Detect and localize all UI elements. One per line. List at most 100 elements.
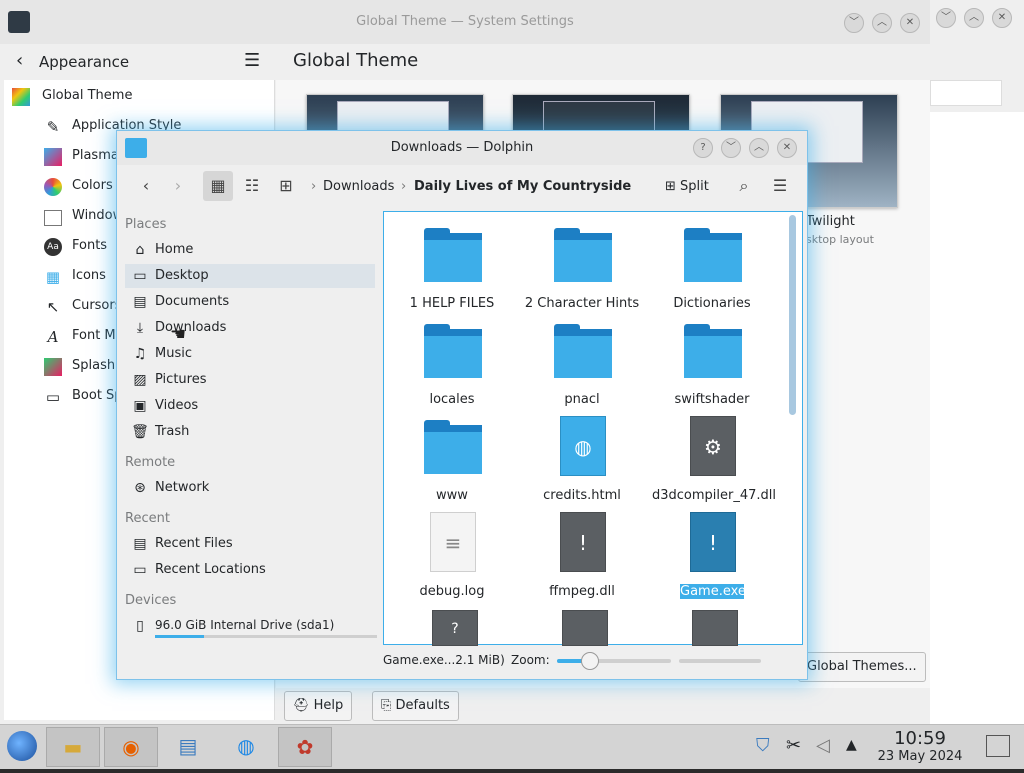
settings-sidebar-header: ‹ Appearance ☰: [4, 44, 274, 80]
place-label: 96.0 GiB Internal Drive (sda1): [155, 618, 335, 632]
folder-item[interactable]: Dictionaries: [652, 222, 772, 314]
folder-item[interactable]: swiftshader: [652, 318, 772, 410]
maximize-icon[interactable]: ︿: [872, 13, 892, 33]
get-new-global-themes-button[interactable]: Global Themes...: [798, 652, 926, 682]
place-label: Downloads: [155, 320, 227, 335]
help-button[interactable]: ⛑ Help: [284, 691, 353, 721]
start-menu-button[interactable]: [0, 727, 44, 765]
file-item[interactable]: ◍ credits.html: [522, 414, 642, 506]
fonts-icon: Aa: [44, 238, 62, 256]
settings-footer: ⛑ Help ⎘ Defaults: [276, 688, 930, 724]
taskbar-game[interactable]: ✿: [278, 727, 332, 767]
place-videos[interactable]: ▣ Videos: [125, 394, 375, 418]
split-button[interactable]: ⊞ Split: [665, 173, 709, 201]
minimize-icon[interactable]: ﹀: [721, 138, 741, 158]
maximize-icon[interactable]: ︿: [964, 8, 984, 28]
folder-item[interactable]: pnacl: [522, 318, 642, 410]
minimize-icon[interactable]: ﹀: [844, 13, 864, 33]
place-label: Music: [155, 346, 192, 361]
taskbar: ▬ ◉ ▤ ◍ ✿ ⛉ ✂ ◁ ▲ 10:59 23 May 2024: [0, 724, 1024, 769]
place-home[interactable]: ⌂ Home: [125, 238, 375, 262]
taskbar-system-settings[interactable]: ▤: [162, 727, 214, 765]
maximize-icon[interactable]: ︿: [749, 138, 769, 158]
file-view[interactable]: 1 HELP FILES 2 Character Hints Dictionarie…: [383, 211, 803, 646]
remote-heading: Remote: [125, 455, 176, 470]
zoom-slider[interactable]: [557, 652, 671, 670]
status-text: Game.exe...2.1 MiB): [383, 653, 505, 667]
sidebar-item-label: Plasma: [72, 148, 119, 163]
taskbar-browser[interactable]: ◍: [220, 727, 272, 765]
taskbar-firefox[interactable]: ◉: [104, 727, 158, 767]
show-desktop-icon[interactable]: [986, 735, 1010, 757]
hamburger-menu-icon[interactable]: ☰: [244, 50, 260, 71]
folder-item[interactable]: locales: [392, 318, 512, 410]
desktop-icon: ▭: [133, 268, 147, 284]
place-music[interactable]: ♫ Music: [125, 342, 375, 366]
taskbar-file-manager[interactable]: ▬: [46, 727, 100, 767]
compact-view-icon[interactable]: ☷: [237, 171, 267, 201]
forward-arrow-icon[interactable]: ›: [163, 171, 193, 201]
place-trash[interactable]: 🗑 Trash: [125, 420, 375, 444]
close-icon[interactable]: ✕: [900, 13, 920, 33]
recent-locations-icon: ▭: [133, 562, 147, 578]
file-name: Game.exe: [680, 584, 746, 599]
file-name: swiftshader: [674, 392, 750, 407]
updates-tray-icon[interactable]: ⛉: [756, 735, 770, 756]
file-name: locales: [429, 392, 475, 407]
file-name: 2 Character Hints: [524, 296, 640, 311]
vertical-scrollbar[interactable]: [789, 215, 796, 415]
zoom-slider-handle[interactable]: [580, 652, 599, 670]
minimize-icon[interactable]: ﹀: [936, 8, 956, 28]
place-recent-files[interactable]: ▤ Recent Files: [125, 532, 375, 556]
back-button[interactable]: Appearance: [39, 53, 129, 71]
details-view-icon[interactable]: ⊞: [271, 171, 301, 201]
help-icon[interactable]: ?: [693, 138, 713, 158]
file-icon-partial[interactable]: [562, 610, 608, 646]
dolphin-statusbar: Game.exe...2.1 MiB) Zoom:: [117, 643, 807, 677]
file-item[interactable]: ! ffmpeg.dll: [522, 510, 642, 602]
scissors-tray-icon[interactable]: ✂: [786, 735, 801, 756]
tray-expand-icon[interactable]: ▲: [846, 737, 857, 753]
breadcrumb-downloads[interactable]: Downloads: [323, 179, 394, 194]
clock-date: 23 May 2024: [877, 749, 963, 764]
file-item[interactable]: ! Game.exe: [652, 510, 772, 602]
place-network[interactable]: ⊛ Network: [125, 476, 375, 500]
close-icon[interactable]: ✕: [992, 8, 1012, 28]
place-label: Documents: [155, 294, 230, 309]
place-recent-locations[interactable]: ▭ Recent Locations: [125, 558, 375, 582]
close-icon[interactable]: ✕: [777, 138, 797, 158]
icons-view-icon[interactable]: ▦: [203, 171, 233, 201]
back-arrow-icon[interactable]: ‹: [16, 50, 23, 71]
pictures-icon: ▨: [133, 372, 147, 388]
sidebar-item-global-theme[interactable]: Global Theme: [12, 84, 267, 110]
hamburger-menu-icon[interactable]: ☰: [765, 171, 795, 201]
place-downloads[interactable]: ⤓ Downloads: [125, 316, 375, 340]
breadcrumb-separator-icon: ›: [401, 179, 407, 194]
place-documents[interactable]: ▤ Documents: [125, 290, 375, 314]
sidebar-item-label: Font M: [72, 328, 116, 343]
folder-item[interactable]: 1 HELP FILES: [392, 222, 512, 314]
clock[interactable]: 10:59 23 May 2024: [870, 729, 970, 765]
dolphin-titlebar[interactable]: Downloads — Dolphin ? ﹀ ︿ ✕: [117, 131, 807, 165]
theme-description: sktop layout: [806, 233, 874, 246]
breadcrumb-current-folder[interactable]: Daily Lives of My Countryside v0.: [414, 179, 634, 194]
volume-tray-icon[interactable]: ◁: [816, 735, 830, 756]
file-icon-partial[interactable]: ?: [432, 610, 478, 646]
defaults-button[interactable]: ⎘ Defaults: [372, 691, 459, 721]
place-desktop[interactable]: ▭ Desktop: [125, 264, 375, 288]
videos-icon: ▣: [133, 398, 147, 414]
executable-file-icon: !: [560, 512, 606, 572]
file-name: credits.html: [543, 488, 621, 503]
place-pictures[interactable]: ▨ Pictures: [125, 368, 375, 392]
settings-titlebar[interactable]: Global Theme — System Settings ﹀ ︿ ✕: [0, 0, 930, 44]
back-arrow-icon[interactable]: ‹: [131, 171, 161, 201]
file-icon-partial[interactable]: [692, 610, 738, 646]
music-icon: ♫: [133, 346, 147, 362]
search-icon[interactable]: ⌕: [729, 171, 759, 201]
folder-item[interactable]: www: [392, 414, 512, 506]
place-internal-drive[interactable]: ▯ 96.0 GiB Internal Drive (sda1): [125, 614, 377, 638]
folder-icon: [424, 324, 482, 378]
file-item[interactable]: ⚙ d3dcompiler_47.dll: [652, 414, 776, 506]
file-item[interactable]: ≡ debug.log: [392, 510, 512, 602]
folder-item[interactable]: 2 Character Hints: [522, 222, 642, 314]
